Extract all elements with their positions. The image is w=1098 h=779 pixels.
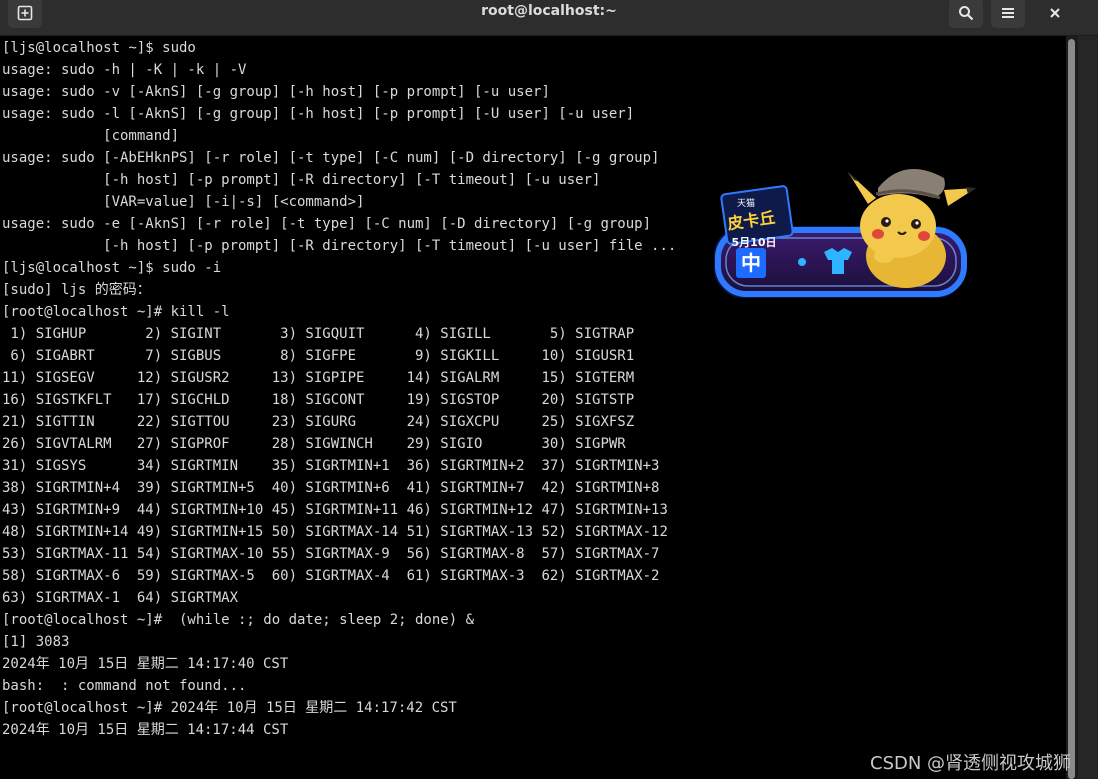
terminal-line: bash: : command not found...	[2, 678, 247, 694]
terminal-line: [root@localhost ~]# 2024年 10月 15日 星期二 14…	[2, 700, 457, 716]
close-icon	[1050, 8, 1060, 18]
window-title: root@localhost:~	[481, 3, 617, 19]
terminal-line: 1) SIGHUP 2) SIGINT 3) SIGQUIT 4) SIGILL…	[2, 326, 635, 342]
terminal-line: 58) SIGRTMAX-6 59) SIGRTMAX-5 60) SIGRTM…	[2, 568, 660, 584]
terminal-line: [root@localhost ~]# (while :; do date; s…	[2, 612, 475, 628]
terminal-line: 43) SIGRTMIN+9 44) SIGRTMIN+10 45) SIGRT…	[2, 502, 668, 518]
terminal-line: 63) SIGRTMAX-1 64) SIGRTMAX	[2, 590, 239, 606]
title-bar: root@localhost:~	[0, 0, 1098, 36]
terminal-line: [command]	[2, 128, 180, 144]
terminal-line: usage: sudo -e [-AknS] [-r role] [-t typ…	[2, 216, 652, 232]
terminal-line: 16) SIGSTKFLT 17) SIGCHLD 18) SIGCONT 19…	[2, 392, 635, 408]
terminal-line: 38) SIGRTMIN+4 39) SIGRTMIN+5 40) SIGRTM…	[2, 480, 660, 496]
sticker-badge: 中	[741, 251, 761, 275]
terminal-line: 48) SIGRTMIN+14 49) SIGRTMIN+15 50) SIGR…	[2, 524, 668, 540]
terminal-line: 31) SIGSYS 34) SIGRTMIN 35) SIGRTMIN+1 3…	[2, 458, 660, 474]
scrollbar-thumb[interactable]	[1068, 39, 1075, 779]
window-edge	[1078, 36, 1098, 779]
terminal-line: [1] 3083	[2, 634, 70, 650]
terminal-line: [-h host] [-p prompt] [-R directory] [-T…	[2, 172, 601, 188]
terminal-line: usage: sudo -l [-AknS] [-g group] [-h ho…	[2, 106, 635, 122]
search-button[interactable]	[949, 0, 983, 28]
terminal-line: [VAR=value] [-i|-s] [<command>]	[2, 194, 365, 210]
terminal-line: 2024年 10月 15日 星期二 14:17:40 CST	[2, 656, 289, 672]
sticker-date: 5月10日	[732, 236, 777, 249]
menu-button[interactable]	[991, 0, 1025, 28]
terminal-line: usage: sudo -h | -K | -k | -V	[2, 62, 247, 78]
close-button[interactable]	[1038, 0, 1072, 28]
terminal-line: [ljs@localhost ~]$ sudo -i	[2, 260, 222, 276]
terminal-line: 6) SIGABRT 7) SIGBUS 8) SIGFPE 9) SIGKIL…	[2, 348, 635, 364]
pikachu-sticker: 中 天猫 皮卡丘 5月10日	[714, 169, 976, 298]
hamburger-menu-icon	[1002, 8, 1014, 18]
terminal-line: 53) SIGRTMAX-11 54) SIGRTMAX-10 55) SIGR…	[2, 546, 660, 562]
search-icon	[959, 6, 974, 21]
terminal-line: usage: sudo -v [-AknS] [-g group] [-h ho…	[2, 84, 550, 100]
terminal-line: 21) SIGTTIN 22) SIGTTOU 23) SIGURG 24) S…	[2, 414, 635, 430]
sticker-brand: 天猫	[737, 197, 755, 209]
terminal-line: 2024年 10月 15日 星期二 14:17:44 CST	[2, 722, 289, 738]
terminal-line: 26) SIGVTALRM 27) SIGPROF 28) SIGWINCH 2…	[2, 436, 626, 452]
terminal-line: [ljs@localhost ~]$ sudo	[2, 40, 196, 56]
terminal-lines: [ljs@localhost ~]$ sudo usage: sudo -h | …	[2, 37, 676, 741]
terminal-line: [sudo] ljs 的密码：	[2, 282, 151, 298]
csdn-watermark: CSDN @肾透侧视攻城狮	[870, 753, 1072, 774]
scrollbar[interactable]	[1066, 36, 1078, 779]
terminal-line: 11) SIGSEGV 12) SIGUSR2 13) SIGPIPE 14) …	[2, 370, 635, 386]
terminal-line: [root@localhost ~]# kill -l	[2, 304, 230, 320]
terminal-line: [-h host] [-p prompt] [-R directory] [-T…	[2, 238, 677, 254]
terminal-line: usage: sudo [-AbEHknPS] [-r role] [-t ty…	[2, 150, 660, 166]
